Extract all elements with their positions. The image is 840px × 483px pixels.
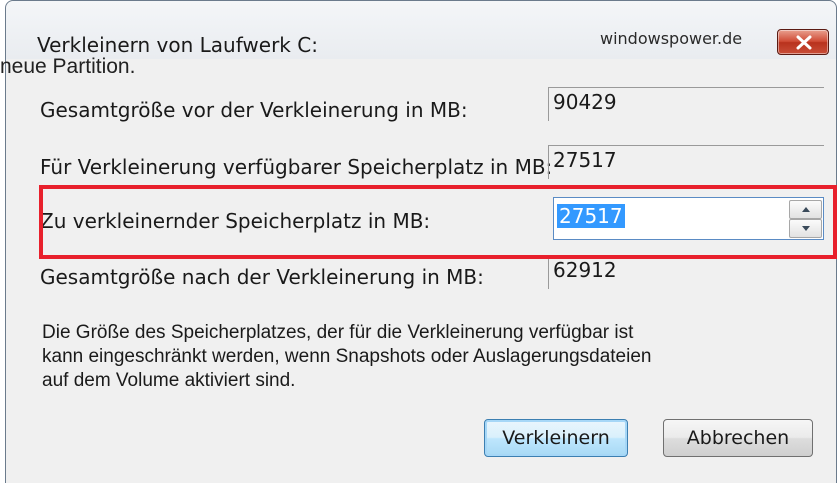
close-icon <box>796 35 812 50</box>
arrow-up-icon <box>802 207 810 212</box>
shrink-amount-input[interactable]: 27517 <box>553 197 824 240</box>
shrink-button[interactable]: Verkleinern <box>484 419 628 457</box>
shrink-amount-label: Zu verkleinernder Speicherplatz in MB: <box>40 209 431 233</box>
shrink-amount-value: 27517 <box>557 204 625 228</box>
info-line: Die Größe des Speicherplatzes, der für d… <box>42 322 634 343</box>
info-line: kann eingeschränkt werden, wenn Snapshot… <box>42 346 652 367</box>
spin-up-button[interactable] <box>789 200 822 219</box>
watermark: windowspower.de <box>600 29 743 48</box>
total-before-value: 90429 <box>548 87 824 121</box>
total-after-value: 62912 <box>548 255 824 289</box>
total-before-label: Gesamtgröße vor der Verkleinerung in MB: <box>40 98 468 122</box>
available-space-label: Für Verkleinerung verfügbarer Speicherpl… <box>40 155 553 179</box>
dialog-title: Verkleinern von Laufwerk C: <box>37 33 318 57</box>
total-after-label: Gesamtgröße nach der Verkleinerung in MB… <box>40 265 484 289</box>
arrow-down-icon <box>802 226 810 231</box>
title-bar[interactable]: Verkleinern von Laufwerk C: windowspower… <box>6 1 836 59</box>
cancel-button[interactable]: Abbrechen <box>663 419 813 457</box>
background-text: neue Partition. <box>0 55 136 78</box>
spin-down-button[interactable] <box>789 219 822 238</box>
info-text: Die Größe des Speicherplatzes, der für d… <box>42 321 762 393</box>
available-space-value: 27517 <box>548 145 824 179</box>
info-line: auf dem Volume aktiviert sind. <box>42 370 296 391</box>
close-button[interactable] <box>777 29 829 55</box>
